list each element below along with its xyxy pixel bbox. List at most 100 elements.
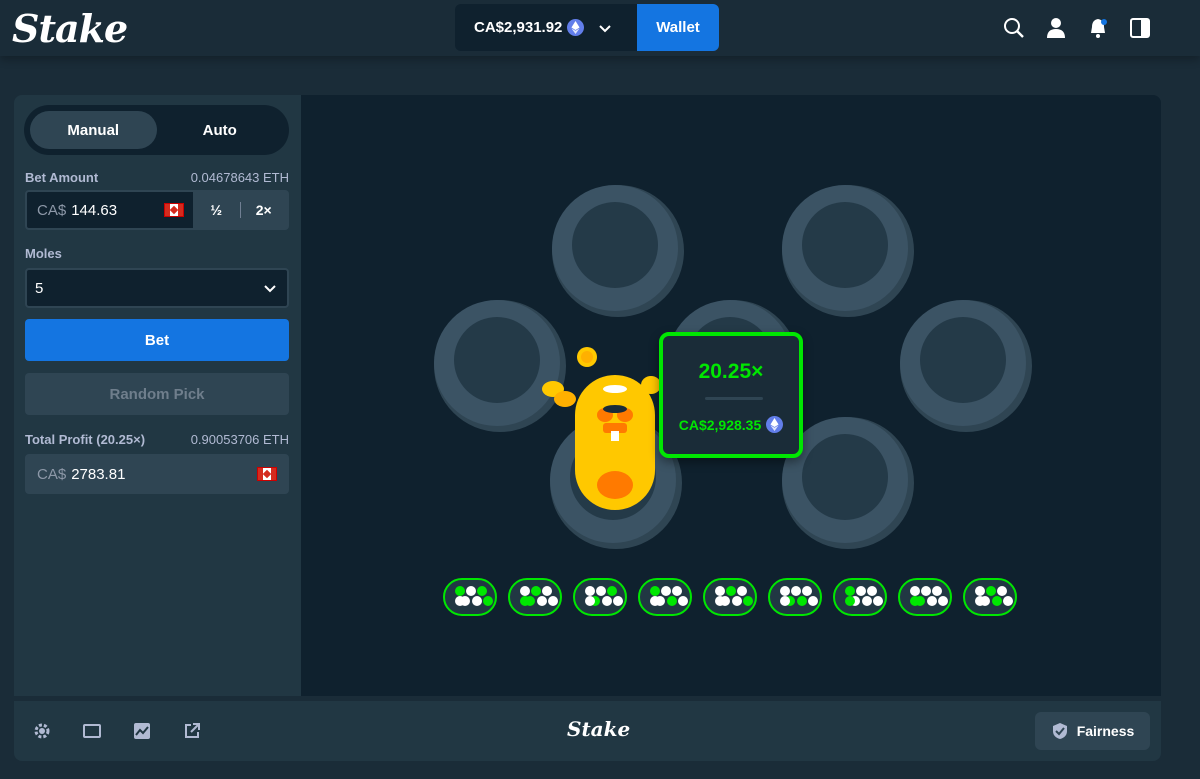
history-dot bbox=[531, 586, 541, 596]
history-chip[interactable] bbox=[508, 578, 562, 616]
history-dot bbox=[667, 596, 677, 606]
total-profit-label-row: Total Profit (20.25×) 0.90053706 ETH bbox=[25, 432, 289, 447]
popout-icon[interactable] bbox=[183, 722, 201, 740]
history-dot bbox=[997, 586, 1007, 596]
eth-icon bbox=[567, 19, 585, 36]
sidebar-toggle-icon[interactable] bbox=[1129, 17, 1151, 39]
win-payout-amount: CA$2,928.35 bbox=[678, 416, 762, 433]
notification-bell-icon[interactable] bbox=[1087, 17, 1109, 39]
moles-label-row: Moles bbox=[25, 246, 289, 261]
history-dot bbox=[845, 596, 855, 606]
history-dot bbox=[650, 596, 660, 606]
history-dot bbox=[650, 586, 660, 596]
currency-label: CA$ bbox=[37, 465, 67, 483]
history-chip[interactable] bbox=[898, 578, 952, 616]
history-dot bbox=[932, 586, 942, 596]
tab-auto[interactable]: Auto bbox=[157, 111, 284, 149]
bet-sidebar: Manual Auto Bet Amount 0.04678643 ETH CA… bbox=[14, 95, 301, 696]
win-payout: CA$2,928.35 bbox=[663, 416, 799, 433]
history-dot bbox=[802, 586, 812, 596]
history-chip[interactable] bbox=[768, 578, 822, 616]
history-dot bbox=[743, 596, 753, 606]
history-dot bbox=[927, 596, 937, 606]
bet-amount-input[interactable]: CA$ 144.63 bbox=[27, 192, 193, 228]
balance-amount: CA$2,931.92 bbox=[474, 19, 563, 36]
moles-select[interactable]: 5 bbox=[25, 268, 289, 308]
mole-character bbox=[542, 347, 661, 510]
bet-button[interactable]: Bet bbox=[25, 319, 289, 361]
history-chip[interactable] bbox=[443, 578, 497, 616]
history-dot bbox=[715, 586, 725, 596]
mole-hole[interactable] bbox=[900, 300, 1032, 432]
history-chip[interactable] bbox=[833, 578, 887, 616]
game-footer: Stake Fairness bbox=[14, 701, 1161, 761]
theatre-mode-icon[interactable] bbox=[83, 722, 101, 740]
history-dot bbox=[910, 596, 920, 606]
footer-stake-logo: Stake bbox=[567, 717, 631, 741]
history-dot bbox=[672, 586, 682, 596]
history-dot bbox=[678, 596, 688, 606]
history-dot bbox=[520, 586, 530, 596]
bet-amount-field: CA$ 144.63 ½ 2× bbox=[25, 190, 289, 230]
mole-hole[interactable] bbox=[782, 185, 914, 317]
history-dot bbox=[856, 586, 866, 596]
history-chip[interactable] bbox=[963, 578, 1017, 616]
history-dot bbox=[542, 586, 552, 596]
history-dot bbox=[986, 586, 996, 596]
history-dot bbox=[585, 586, 595, 596]
total-profit-label: Total Profit (20.25×) bbox=[25, 432, 146, 447]
history-dot bbox=[466, 586, 476, 596]
top-header: Stake CA$2,931.92 Wallet bbox=[0, 0, 1200, 56]
tab-manual[interactable]: Manual bbox=[30, 111, 157, 149]
fairness-label: Fairness bbox=[1076, 723, 1135, 739]
bet-modifiers: ½ 2× bbox=[193, 192, 287, 228]
history-dot bbox=[737, 586, 747, 596]
history-dot bbox=[726, 586, 736, 596]
balance-selector[interactable]: CA$2,931.92 bbox=[455, 4, 637, 51]
random-pick-button[interactable]: Random Pick bbox=[25, 373, 289, 415]
history-dot bbox=[661, 586, 671, 596]
stats-icon[interactable] bbox=[133, 722, 151, 740]
bet-amount-crypto: 0.04678643 ETH bbox=[190, 170, 289, 185]
history-chip[interactable] bbox=[573, 578, 627, 616]
history-dot bbox=[548, 596, 558, 606]
canada-flag-icon bbox=[257, 467, 277, 481]
total-profit-crypto: 0.90053706 ETH bbox=[190, 432, 289, 447]
double-bet-button[interactable]: 2× bbox=[241, 192, 288, 228]
history-dot bbox=[992, 596, 1002, 606]
history-dot bbox=[602, 596, 612, 606]
history-dot bbox=[975, 596, 985, 606]
win-result-popup: 20.25× CA$2,928.35 bbox=[659, 332, 803, 458]
history-dot bbox=[867, 586, 877, 596]
total-profit-value: 2783.81 bbox=[71, 465, 126, 483]
total-profit-input[interactable]: CA$ 2783.81 bbox=[27, 456, 287, 492]
history-dot bbox=[910, 586, 920, 596]
user-icon[interactable] bbox=[1045, 17, 1067, 39]
history-dot bbox=[483, 596, 493, 606]
total-profit-field: CA$ 2783.81 bbox=[25, 454, 289, 494]
win-multiplier: 20.25× bbox=[698, 360, 764, 383]
history-dot bbox=[780, 586, 790, 596]
history-dot bbox=[791, 586, 801, 596]
wallet-button[interactable]: Wallet bbox=[637, 4, 719, 51]
history-dot bbox=[732, 596, 742, 606]
fairness-button[interactable]: Fairness bbox=[1035, 712, 1150, 750]
history-chip[interactable] bbox=[703, 578, 757, 616]
divider bbox=[705, 397, 763, 400]
stake-logo[interactable]: Stake bbox=[12, 6, 128, 51]
moles-label: Moles bbox=[25, 246, 62, 261]
half-bet-button[interactable]: ½ bbox=[193, 192, 240, 228]
history-chip[interactable] bbox=[638, 578, 692, 616]
history-dot bbox=[455, 596, 465, 606]
history-dot bbox=[938, 596, 948, 606]
history-dot bbox=[873, 596, 883, 606]
history-dot bbox=[520, 596, 530, 606]
search-icon[interactable] bbox=[1003, 17, 1025, 39]
settings-icon[interactable] bbox=[33, 722, 51, 740]
eth-icon bbox=[766, 416, 784, 433]
canada-flag-icon bbox=[164, 203, 184, 217]
bet-amount-label: Bet Amount bbox=[25, 170, 99, 185]
bet-amount-value: 144.63 bbox=[71, 201, 118, 219]
history-dot bbox=[613, 596, 623, 606]
mole-hole[interactable] bbox=[552, 185, 684, 317]
